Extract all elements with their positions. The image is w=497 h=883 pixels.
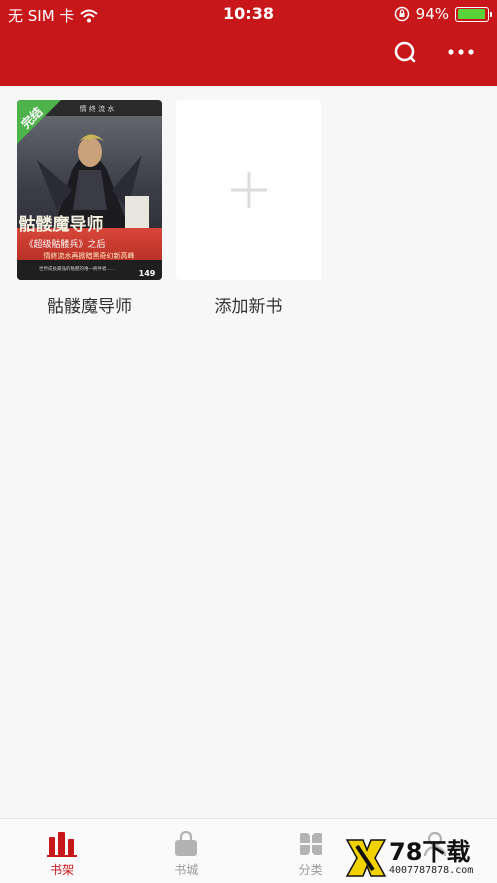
- book-item[interactable]: 情 终 流 水 骷髅魔导师 《超级骷髅兵》之后 情終流水再掀暗黑奇幻新高峰 世界…: [17, 100, 162, 317]
- watermark-logo-icon: [345, 839, 387, 877]
- cover-top-text: 情 终 流 水: [80, 104, 115, 113]
- bookshelf: 情 终 流 水 骷髅魔导师 《超级骷髅兵》之后 情終流水再掀暗黑奇幻新高峰 世界…: [0, 86, 497, 818]
- book-cover[interactable]: 情 终 流 水 骷髅魔导师 《超级骷髅兵》之后 情終流水再掀暗黑奇幻新高峰 世界…: [17, 100, 162, 280]
- header-actions: [391, 38, 475, 66]
- book-cover-art: 情 终 流 水 骷髅魔导师 《超级骷髅兵》之后 情終流水再掀暗黑奇幻新高峰 世界…: [17, 100, 162, 280]
- tab-label: 书架: [50, 863, 75, 877]
- book-title[interactable]: 骷髅魔导师: [17, 292, 162, 317]
- watermark-phone: 4007787878.com: [389, 865, 474, 876]
- tab-label: 分类: [298, 863, 323, 877]
- cover-subtitle-text: 《超级骷髅兵》之后: [24, 238, 105, 250]
- watermark: 78下载 4007787878.com: [343, 835, 493, 881]
- battery-icon: [455, 6, 492, 22]
- status-bar: 无 SIM 卡 10:38 94%: [0, 0, 497, 28]
- orientation-lock-icon: [394, 6, 409, 22]
- tab-label: 书城: [174, 863, 199, 877]
- more-button[interactable]: [447, 38, 475, 66]
- add-book-item[interactable]: 添加新书: [176, 100, 321, 317]
- tab-bookshelf[interactable]: 书架: [0, 819, 124, 883]
- cover-price-text: 149: [139, 269, 156, 278]
- tab-bookstore[interactable]: 书城: [124, 819, 248, 883]
- search-button[interactable]: [391, 38, 419, 66]
- status-right: 94%: [394, 5, 492, 23]
- cover-title-text: 骷髅魔导师: [19, 214, 104, 235]
- add-book-label[interactable]: 添加新书: [176, 292, 321, 317]
- bookshelf-icon: [47, 832, 78, 857]
- search-icon: [394, 41, 416, 63]
- category-icon: [299, 833, 322, 855]
- app-header: 无 SIM 卡 10:38 94%: [0, 0, 497, 86]
- cover-small-text: 世界成長最強的骷髅的唯一終件者......: [39, 265, 115, 272]
- cover-tagline-text: 情終流水再掀暗黑奇幻新高峰: [44, 251, 135, 260]
- battery-percent: 94%: [415, 5, 449, 23]
- add-book-button[interactable]: [176, 100, 321, 280]
- watermark-brand: 78下载: [389, 838, 471, 866]
- tab-bar: 书架 书城 分类 78下载 4007787878.com: [0, 818, 497, 883]
- more-icon: [448, 49, 474, 55]
- battery-level-fill: [457, 9, 485, 19]
- shopping-bag-icon: [175, 831, 198, 856]
- plus-icon: [230, 172, 267, 208]
